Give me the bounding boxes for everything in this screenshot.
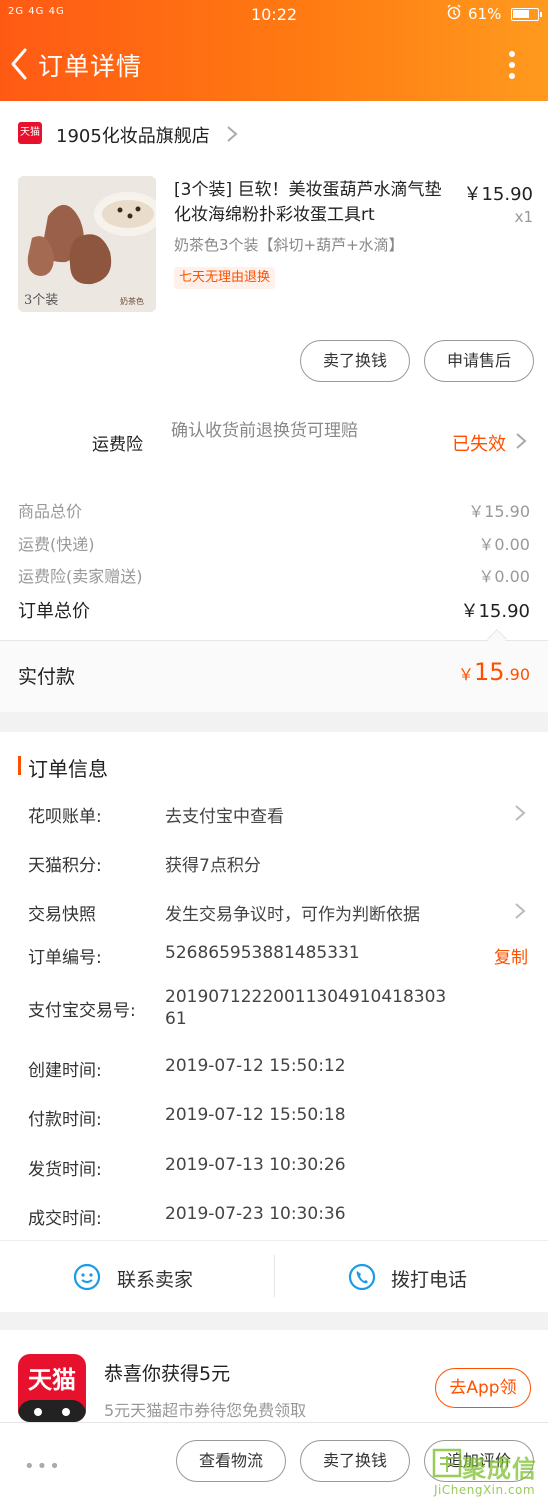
chevron-right-icon[interactable] bbox=[514, 804, 526, 822]
more-menu-icon[interactable] bbox=[500, 48, 524, 82]
created-time-value: 2019-07-12 15:50:12 bbox=[165, 1056, 346, 1076]
promo-subtitle: 5元天猫超市券待您免费领取 bbox=[104, 1401, 307, 1420]
alarm-icon bbox=[446, 4, 462, 24]
summary-label: 运费(快递) bbox=[18, 535, 95, 554]
order-detail-page: 2G 4G 4G 10:22 61% 订单详情 天猫 1905化妆品旗舰店 3个… bbox=[0, 0, 548, 1500]
svg-text:奶茶色: 奶茶色 bbox=[120, 296, 144, 306]
chevron-right-icon[interactable] bbox=[514, 902, 526, 920]
tmall-app-logo-icon: 天猫 bbox=[18, 1354, 86, 1422]
sell-swap-button[interactable]: 卖了换钱 bbox=[300, 340, 410, 382]
tmall-logo-icon: 天猫 bbox=[18, 122, 42, 144]
shop-name-link[interactable]: 1905化妆品旗舰店 bbox=[56, 122, 210, 148]
call-phone-button[interactable]: 拨打电话 bbox=[391, 1265, 467, 1292]
summary-label: 运费险(卖家赠送) bbox=[18, 567, 143, 586]
return-policy-badge: 七天无理由退换 bbox=[174, 267, 276, 289]
info-label: 花呗账单: bbox=[28, 807, 102, 827]
after-sale-button[interactable]: 申请售后 bbox=[424, 340, 534, 382]
trade-snapshot-link[interactable]: 发生交易争议时，可作为判断依据 bbox=[165, 900, 420, 925]
product-image[interactable]: 3个装 奶茶色 bbox=[18, 176, 156, 312]
summary-row: 运费险(卖家赠送) ￥0.00 bbox=[18, 563, 530, 587]
product-sku: 奶茶色3个装【斜切+葫芦+水滴】 bbox=[174, 236, 404, 254]
info-label: 发货时间: bbox=[28, 1160, 102, 1180]
summary-row: 运费(快递) ￥0.00 bbox=[18, 531, 530, 555]
promo-title: 恭喜你获得5元 bbox=[104, 1363, 231, 1385]
order-total-value: ￥15.90 bbox=[460, 601, 530, 622]
order-total-row: 订单总价 ￥15.90 bbox=[18, 597, 530, 623]
phone-icon[interactable] bbox=[347, 1262, 377, 1292]
shipping-insurance-desc: 确认收货前退换货可理赔 bbox=[171, 421, 358, 441]
copy-order-number-button[interactable]: 复制 bbox=[494, 943, 528, 968]
product-price: ￥15.90 bbox=[463, 184, 533, 205]
paid-amount: ￥15.90 bbox=[457, 658, 530, 686]
shipped-time-value: 2019-07-13 10:30:26 bbox=[165, 1155, 346, 1175]
info-label: 订单编号: bbox=[28, 948, 102, 968]
summary-value: ￥0.00 bbox=[478, 567, 530, 586]
paid-time-value: 2019-07-12 15:50:18 bbox=[165, 1105, 346, 1125]
chevron-right-icon bbox=[516, 433, 527, 449]
status-bar: 2G 4G 4G 10:22 61% bbox=[0, 0, 548, 30]
order-info-title: 订单信息 bbox=[28, 757, 108, 781]
open-app-button[interactable]: 去App领 bbox=[435, 1368, 531, 1408]
product-quantity: x1 bbox=[514, 208, 533, 226]
battery-icon bbox=[511, 8, 542, 21]
shipping-insurance-label: 运费险 bbox=[92, 435, 143, 455]
summary-value: ￥15.90 bbox=[468, 502, 530, 521]
order-total-label: 订单总价 bbox=[18, 601, 90, 622]
back-button[interactable] bbox=[8, 46, 30, 82]
product-title[interactable]: [3个装] 巨软！美妆蛋葫芦水滴气垫化妆海绵粉扑彩妆蛋工具rt bbox=[174, 178, 449, 228]
summary-label: 商品总价 bbox=[18, 502, 83, 521]
deal-time-value: 2019-07-23 10:30:36 bbox=[165, 1204, 346, 1224]
battery-percent: 61% bbox=[468, 5, 502, 23]
info-label: 创建时间: bbox=[28, 1061, 102, 1081]
alipay-trade-number-value: 20190712220011304910418303 bbox=[165, 987, 447, 1007]
watermark-url: JiChengXin.com bbox=[434, 1483, 536, 1497]
more-actions-button[interactable]: ••• bbox=[24, 1456, 62, 1477]
huabei-bill-link[interactable]: 去支付宝中查看 bbox=[165, 802, 284, 827]
status-time: 10:22 bbox=[250, 5, 298, 24]
summary-value: ￥0.00 bbox=[478, 535, 530, 554]
chevron-right-icon bbox=[227, 126, 238, 142]
info-label: 付款时间: bbox=[28, 1110, 102, 1130]
section-accent-bar bbox=[18, 756, 21, 775]
shipping-insurance-status[interactable]: 已失效 bbox=[452, 430, 506, 456]
info-label: 交易快照 bbox=[28, 905, 96, 925]
divider bbox=[274, 1255, 275, 1297]
alipay-trade-number-value-cont: 61 bbox=[165, 1009, 187, 1029]
page-title: 订单详情 bbox=[38, 52, 143, 81]
order-number-value: 526865953881485331 bbox=[165, 943, 360, 963]
tmall-points-value: 获得7点积分 bbox=[165, 856, 261, 876]
info-label: 成交时间: bbox=[28, 1209, 102, 1229]
info-label: 天猫积分: bbox=[28, 856, 102, 876]
sell-swap-bottom-button[interactable]: 卖了换钱 bbox=[300, 1440, 410, 1482]
info-label: 支付宝交易号: bbox=[28, 1001, 136, 1021]
paid-label: 实付款 bbox=[18, 666, 76, 688]
contact-seller-button[interactable]: 联系卖家 bbox=[117, 1265, 193, 1292]
summary-row: 商品总价 ￥15.90 bbox=[18, 498, 530, 522]
svg-text:3个装: 3个装 bbox=[24, 293, 58, 308]
chat-bubble-icon[interactable] bbox=[72, 1262, 102, 1292]
watermark-text: 聚成信 bbox=[462, 1455, 537, 1483]
header-bar: 2G 4G 4G 10:22 61% 订单详情 bbox=[0, 0, 548, 101]
view-logistics-button[interactable]: 查看物流 bbox=[176, 1440, 286, 1482]
